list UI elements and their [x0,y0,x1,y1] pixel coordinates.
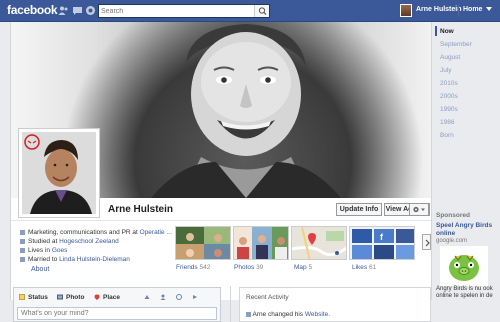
divider [458,4,459,17]
work-link[interactable]: Operatie ... [140,229,172,236]
update-info-button[interactable]: Update Info [336,203,382,216]
sponsored-ad: Sponsored Speel Angry Birds online googl… [436,212,500,300]
friend-requests-icon[interactable] [58,5,69,16]
photos-tile[interactable] [233,226,289,260]
status-input[interactable]: What's on your mind? [17,307,217,320]
angry-bird-pig-image [440,246,488,286]
top-username-link[interactable]: Arne Hulstein [416,6,462,13]
timeline-nav-indicator [435,26,437,36]
sponsored-title: Sponsored [436,212,470,219]
tiles-next-button[interactable] [422,234,431,250]
status-composer: Status Photo Place What's on your mind? [13,287,221,322]
top-bar: facebook Arne Hulstein Home [0,0,500,22]
timeline-nav-september[interactable]: September [440,41,472,48]
facebook-logo[interactable]: facebook [7,3,58,17]
privacy-icon[interactable] [192,294,198,300]
activity-icon [246,311,251,317]
education-info: Studied at Hogeschool Zeeland [20,238,119,245]
location-info: Lives in Goes [20,247,67,254]
search-input[interactable] [101,6,251,17]
spouse-link[interactable]: Linda Hulstein-Dieleman [59,256,130,263]
profile-name[interactable]: Arne Hulstein [108,204,173,215]
timeline-nav-2000s[interactable]: 2000s [440,93,458,100]
timeline-nav-july[interactable]: July [440,67,452,74]
avatar[interactable] [400,4,412,17]
search-box [98,4,270,18]
search-button[interactable] [254,5,269,17]
timeline-nav-now[interactable]: Now [440,28,454,35]
map-tile[interactable] [291,226,347,260]
timeline-main: Arne Hulstein Update Info View Activity … [10,22,432,322]
life-event-icon[interactable] [144,294,150,300]
search-icon [258,7,267,15]
friends-tile[interactable] [175,226,231,260]
friends-thumbnail [176,227,230,259]
timeline-nav-born[interactable]: Born [440,132,454,139]
likes-thumbnail: f [350,227,414,259]
location-icon[interactable] [176,294,182,300]
education-link[interactable]: Hogeschool Zeeland [59,238,119,245]
timeline-nav-1990s[interactable]: 1990s [440,106,458,113]
work-icon [20,229,25,235]
timeline-nav-august[interactable]: August [440,54,460,61]
map-tile-label[interactable]: Map 5 [294,264,312,271]
ad-description: Angry Birds is nu ook online te spelen i… [436,286,493,299]
education-icon [20,238,25,244]
work-info: Marketing, communications and PR at Oper… [20,229,172,236]
home-icon [20,247,25,253]
about-link[interactable]: About [31,266,49,273]
heart-icon [20,256,25,262]
timeline-nav-1986[interactable]: 1986 [440,119,454,126]
likes-tile-label[interactable]: Likes 61 [352,264,376,271]
photos-thumbnail [234,227,288,259]
account-menu-icon[interactable] [486,7,492,11]
place-icon [94,294,100,300]
tag-people-icon[interactable] [160,294,166,300]
recent-activity-item: Arne changed his Website. [246,311,330,318]
recent-activity-box: Recent Activity Arne changed his Website… [239,287,431,322]
profile-picture[interactable] [18,128,100,218]
ad-image[interactable] [440,246,488,286]
messages-icon[interactable] [72,5,83,16]
photos-tile-label[interactable]: Photos 39 [234,264,263,271]
ad-title-link[interactable]: Speel Angry Birds online [436,222,500,237]
location-link[interactable]: Goes [52,247,68,254]
home-link[interactable]: Home [463,6,482,13]
ad-domain: google.com [436,238,468,244]
website-link[interactable]: Website [305,311,328,318]
photo-icon [57,294,63,300]
friends-tile-label[interactable]: Friends 542 [176,264,210,271]
chevron-right-icon [425,239,430,247]
gear-icon [413,206,425,213]
profile-picture-image [22,132,96,214]
timeline-nav-2010s[interactable]: 2010s [440,80,458,87]
likes-tile[interactable]: f [349,226,415,260]
relationship-info: Married to Linda Hulstein-Dieleman [20,256,130,263]
timeline-nav: Now September August July 2010s 2000s 19… [432,22,500,212]
status-icon [19,294,25,300]
notifications-icon[interactable] [85,5,96,16]
map-thumbnail [292,227,346,259]
timeline-spine [230,286,231,322]
settings-menu-button[interactable] [409,203,429,216]
